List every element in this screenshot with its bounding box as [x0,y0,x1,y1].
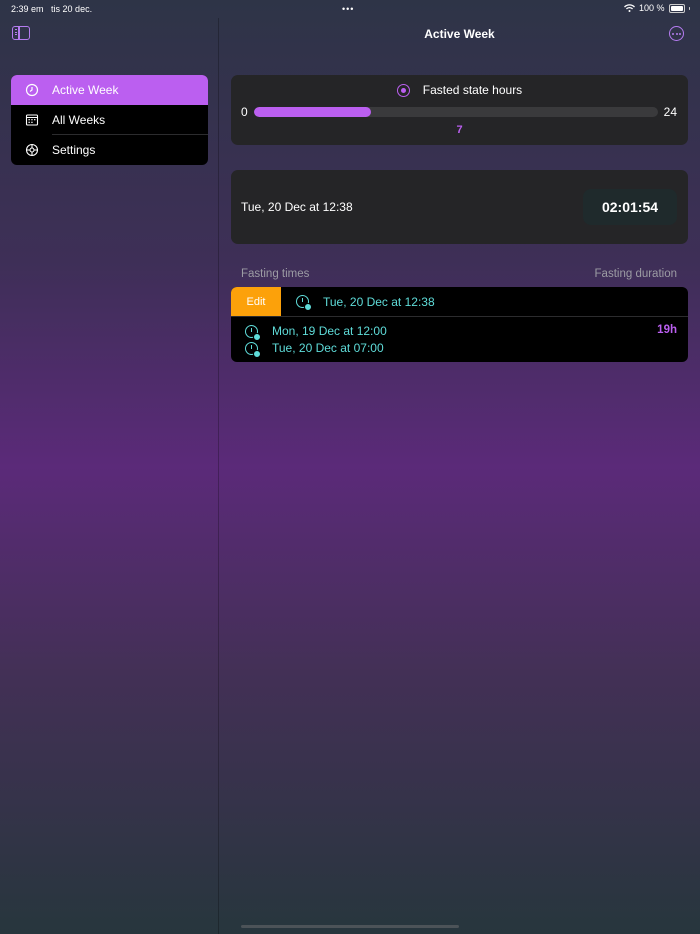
sidebar-item-label: Active Week [52,83,119,97]
active-fast-row[interactable]: Edit Tue, 20 Dec at 12:38 [231,287,688,316]
sidebar-item-active-week[interactable]: Active Week [11,75,208,105]
clock-start-icon [296,295,312,311]
active-fast-start: Tue, 20 Dec at 12:38 [323,294,435,309]
progress-value: 7 [456,124,463,136]
status-time-date: 2:39 em tis 20 dec. [11,4,92,14]
sidebar-item-all-weeks[interactable]: All Weeks [11,105,208,135]
calendar-icon [25,113,39,127]
fasted-hours-title: Fasted state hours [422,83,523,97]
multitasking-dots-icon[interactable]: ••• [342,4,354,14]
target-icon [396,83,410,97]
elapsed-timer: 02:01:54 [583,189,677,225]
list-item[interactable]: Mon, 19 Dec at 12:00 Tue, 20 Dec at 07:0… [231,317,688,362]
progress-fill [254,107,372,117]
status-date: tis 20 dec. [51,4,93,14]
gear-icon [25,143,39,157]
progress-min-label: 0 [241,105,248,119]
wifi-icon [624,4,635,12]
clock-start-icon [245,324,261,341]
sidebar-item-label: All Weeks [52,113,106,127]
current-fast-card: Tue, 20 Dec at 12:38 02:01:54 [231,170,688,244]
home-indicator[interactable] [241,925,459,928]
fast-end: Tue, 20 Dec at 07:00 [272,341,384,355]
sidebar-item-label: Settings [52,143,96,157]
fast-start-time: Tue, 20 Dec at 12:38 [241,200,353,214]
fasting-list-header: Fasting times Fasting duration [241,268,677,280]
fast-start: Mon, 19 Dec at 12:00 [272,324,387,338]
battery-percent: 100 % [638,3,665,13]
fasted-hours-header: Fasted state hours [231,83,688,97]
status-time: 2:39 em [11,4,44,14]
sidebar: Active Week All Weeks Settings [11,75,208,165]
clock-icon [25,83,39,97]
split-divider [218,18,219,934]
fasted-hours-card: Fasted state hours 0 24 7 [231,75,688,145]
clock-end-icon [245,341,261,358]
fasting-times-header: Fasting times [241,268,310,280]
fasting-list: Edit Tue, 20 Dec at 12:38 Mon, 19 Dec at… [231,287,688,362]
progress-max-label: 24 [663,105,677,119]
fasted-hours-progress-bar [254,107,658,117]
status-indicators: 100 % [624,3,690,13]
more-options-icon[interactable] [669,26,684,41]
battery-icon [668,3,685,13]
edit-button[interactable]: Edit [231,287,281,316]
sidebar-toggle-icon[interactable] [12,26,30,40]
fast-duration: 19h [657,324,677,336]
status-bar: 2:39 em tis 20 dec. ••• 100 % [0,0,700,18]
fasting-duration-header: Fasting duration [594,268,677,280]
sidebar-item-settings[interactable]: Settings [11,135,208,165]
page-title: Active Week [424,27,495,41]
